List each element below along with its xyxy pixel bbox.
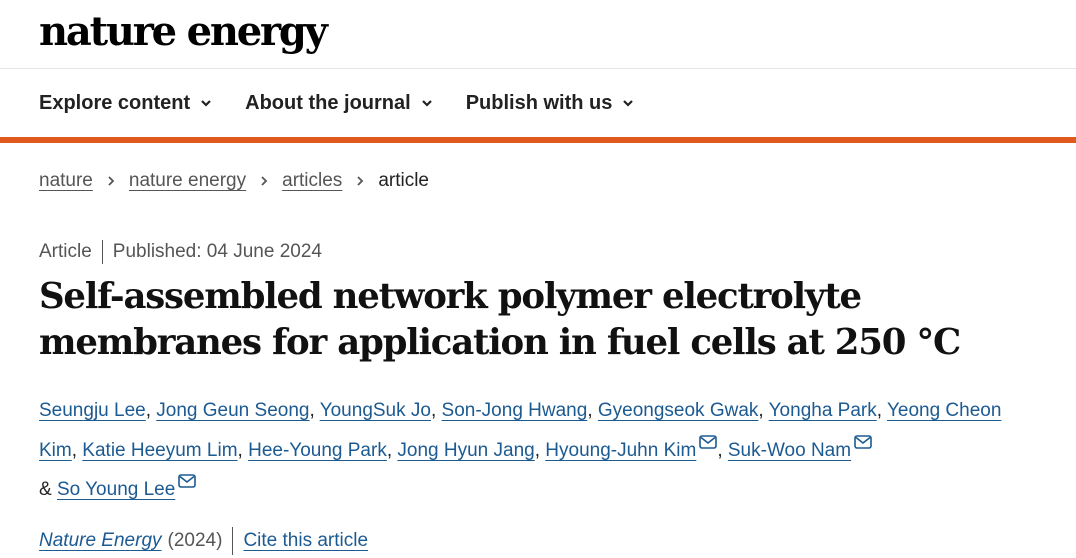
breadcrumb-articles[interactable]: articles [282, 170, 342, 192]
author-link[interactable]: Hyoung-Juhn Kim [545, 440, 696, 461]
published-date: Published: 04 June 2024 [112, 241, 322, 262]
nav-item-label: About the journal [245, 91, 411, 114]
breadcrumb-nature-energy[interactable]: nature energy [129, 170, 246, 192]
site-logo[interactable]: nature energy [39, 8, 328, 55]
author-link[interactable]: So Young Lee [57, 479, 175, 500]
chevron-down-icon [201, 100, 211, 107]
chevron-right-icon [357, 176, 364, 186]
nav-item-label: Explore content [39, 91, 191, 114]
nav-publish-with-us[interactable]: Publish with us [466, 92, 635, 115]
author-separator: , [876, 400, 887, 421]
envelope-icon[interactable] [699, 434, 718, 449]
journal-link[interactable]: Nature Energy [39, 530, 162, 552]
author-separator: , [386, 439, 398, 461]
breadcrumb-current: article [378, 170, 429, 191]
chevron-right-icon [261, 176, 268, 186]
author-final-separator: & [39, 479, 57, 500]
main-nav: Explore content About the journal Publis… [0, 69, 1076, 137]
chevron-down-icon [623, 100, 634, 107]
nav-item-label: Publish with us [465, 91, 613, 114]
author-link[interactable]: Jong Hyun Jang [397, 440, 534, 461]
article-title: Self-assembled network polymer electroly… [39, 274, 1039, 366]
envelope-icon[interactable] [178, 474, 197, 488]
author-link[interactable]: Jong Geun Seong [156, 400, 309, 421]
nav-about-journal[interactable]: About the journal [245, 92, 433, 115]
author-link[interactable]: Gyeongseok Gwak [598, 400, 759, 421]
citation-row: Nature Energy (2024) Cite this article [39, 527, 368, 555]
publication-year: (2024) [167, 530, 223, 551]
author-link[interactable]: Katie Heeyum Lim [82, 440, 237, 461]
author-separator: , [587, 400, 598, 421]
author-separator: , [145, 400, 157, 421]
breadcrumb: nature nature energy articles article [39, 170, 429, 192]
author-link[interactable]: Suk-Woo Nam [728, 440, 851, 461]
chevron-down-icon [421, 100, 432, 107]
meta-divider [101, 240, 103, 264]
author-link[interactable]: Hee-Young Park [248, 440, 387, 461]
author-separator: , [430, 400, 442, 421]
author-link[interactable]: YoungSuk Jo [320, 400, 431, 421]
author-link[interactable]: Seungju Lee [39, 400, 146, 421]
article-title-line-1: Self-assembled network polymer electroly… [39, 276, 862, 317]
cite-divider [232, 527, 234, 555]
author-separator: , [534, 439, 546, 461]
nav-explore-content[interactable]: Explore content [39, 92, 212, 115]
author-separator: , [237, 439, 249, 461]
author-separator: , [309, 400, 320, 421]
author-separator: , [717, 439, 728, 461]
author-link[interactable]: Son-Jong Hwang [442, 400, 588, 421]
chevron-right-icon [108, 176, 115, 186]
author-separator: , [71, 439, 83, 461]
author-separator: , [758, 400, 769, 421]
article-type: Article [39, 241, 92, 262]
article-title-line-2: membranes for application in fuel cells … [39, 322, 961, 363]
author-link[interactable]: Yongha Park [769, 400, 877, 421]
author-list: Seungju Lee, Jong Geun Seong, YoungSuk J… [39, 391, 1039, 510]
breadcrumb-nature[interactable]: nature [39, 170, 93, 192]
envelope-icon[interactable] [854, 434, 872, 449]
cite-article-link[interactable]: Cite this article [243, 530, 368, 552]
site-header: nature energy [0, 0, 1076, 69]
accent-divider [0, 137, 1076, 143]
article-meta: Article Published: 04 June 2024 [39, 240, 322, 264]
